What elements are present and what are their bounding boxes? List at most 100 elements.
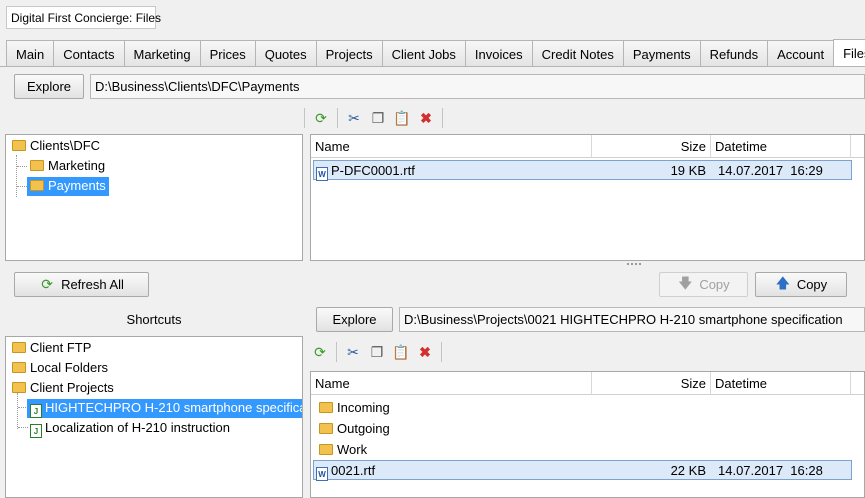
explore-button-bottom[interactable]: Explore [316, 307, 393, 332]
file-list-top: Name Size Datetime W P-DFC0001.rtf 19 KB … [310, 134, 865, 261]
paste-icon[interactable]: 📋 [393, 110, 410, 126]
refresh-icon[interactable]: ⟳ [312, 344, 328, 360]
delete-icon[interactable]: ✖ [417, 344, 433, 360]
arrow-up-icon: 🡅 [775, 274, 791, 291]
column-size[interactable]: Size [592, 372, 711, 395]
tab-account[interactable]: Account [767, 40, 835, 66]
column-name[interactable]: Name [311, 135, 592, 158]
tab-bar: Main Contacts Marketing Prices Quotes Pr… [6, 39, 865, 67]
toolbar-separator [441, 342, 442, 362]
splitter-grip[interactable] [627, 263, 641, 265]
copy-icon[interactable]: ❐ [369, 344, 385, 360]
file-name: Work [337, 442, 368, 457]
shortcut-label: HIGHTECHPRO H-210 smartphone specificati… [45, 400, 303, 415]
path-field-bottom[interactable]: D:\Business\Projects\0021 HIGHTECHPRO H-… [399, 307, 865, 332]
tree-item-label: Clients\DFC [30, 138, 101, 153]
toolbar-separator [337, 108, 338, 128]
toolbar-separator [304, 108, 305, 128]
column-datetime[interactable]: Datetime [711, 372, 851, 395]
tab-files[interactable]: Files [833, 39, 865, 67]
tree-connector [17, 393, 18, 429]
file-size: 22 KB [670, 463, 706, 478]
folder-icon [12, 140, 26, 151]
tab-invoices[interactable]: Invoices [464, 40, 533, 66]
toolbar-separator [336, 342, 337, 362]
tab-marketing[interactable]: Marketing [123, 40, 201, 66]
file-row[interactable]: Outgoing [313, 419, 852, 439]
folder-icon [12, 382, 26, 393]
file-size: 19 KB [670, 163, 706, 178]
tab-contacts[interactable]: Contacts [53, 40, 125, 66]
cut-icon[interactable]: ✂ [345, 344, 361, 360]
shortcut-local-folders[interactable]: Local Folders [9, 359, 111, 378]
tab-main[interactable]: Main [6, 40, 55, 66]
folder-tree-top: Clients\DFC Marketing Payments [5, 134, 303, 261]
shortcut-project-localization[interactable]: J Localization of H-210 instruction [27, 419, 233, 438]
shortcut-label: Local Folders [30, 360, 109, 375]
cut-icon[interactable]: ✂ [346, 110, 362, 126]
file-name: Outgoing [337, 421, 390, 436]
copy-down-button[interactable]: 🡇 Copy [659, 272, 748, 297]
document-icon: W [316, 467, 328, 481]
tree-item-marketing[interactable]: Marketing [27, 157, 108, 176]
path-field-top[interactable]: D:\Business\Clients\DFC\Payments [90, 74, 865, 99]
refresh-icon[interactable]: ⟳ [313, 110, 329, 126]
column-name[interactable]: Name [311, 372, 592, 395]
shortcuts-header: Shortcuts [5, 304, 303, 336]
tree-item-payments[interactable]: Payments [27, 177, 109, 196]
folder-icon [319, 444, 333, 455]
tree-connector [17, 166, 27, 167]
explore-button-top[interactable]: Explore [14, 74, 84, 99]
refresh-all-label: Refresh All [61, 277, 124, 292]
tree-connector [17, 186, 27, 187]
tab-client-jobs[interactable]: Client Jobs [381, 40, 466, 66]
file-row[interactable]: Work [313, 440, 852, 460]
file-list-header: Name Size Datetime [311, 135, 864, 158]
tab-divider [0, 66, 865, 67]
copy-icon[interactable]: ❐ [370, 110, 386, 126]
project-icon: J [30, 404, 42, 418]
tree-item-label: Marketing [48, 158, 106, 173]
tab-credit-notes[interactable]: Credit Notes [531, 40, 624, 66]
document-icon: W [316, 167, 328, 181]
shortcut-project-hightechpro[interactable]: J HIGHTECHPRO H-210 smartphone specificat… [27, 399, 303, 418]
file-list-header: Name Size Datetime [311, 372, 864, 395]
tree-item-clients-dfc[interactable]: Clients\DFC [9, 137, 103, 156]
shortcut-client-ftp[interactable]: Client FTP [9, 339, 94, 358]
folder-icon [12, 362, 26, 373]
delete-icon[interactable]: ✖ [418, 110, 434, 126]
folder-icon [30, 160, 44, 171]
column-datetime[interactable]: Datetime [711, 135, 851, 158]
ftp-folder-icon [12, 342, 26, 353]
column-size[interactable]: Size [592, 135, 711, 158]
file-list-bottom: Name Size Datetime Incoming Outgoing Wor… [310, 371, 865, 498]
file-datetime: 14.07.2017 16:28 [718, 463, 823, 478]
file-row[interactable]: W P-DFC0001.rtf 19 KB 14.07.2017 16:29 [313, 160, 852, 181]
tree-item-label: Payments [48, 178, 106, 193]
paste-icon[interactable]: 📋 [392, 344, 409, 360]
copy-up-button[interactable]: 🡅 Copy [755, 272, 847, 297]
window-title: Digital First Concierge: Files [6, 6, 161, 29]
file-datetime: 14.07.2017 16:29 [718, 163, 823, 178]
refresh-all-button[interactable]: ⟳ Refresh All [14, 272, 149, 297]
toolbar-separator [442, 108, 443, 128]
file-row[interactable]: W 0021.rtf 22 KB 14.07.2017 16:28 [313, 460, 852, 481]
folder-icon [319, 423, 333, 434]
file-toolbar-bottom: ⟳ ✂ ❐ 📋 ✖ [312, 341, 442, 363]
shortcuts-tree: Client FTP Local Folders Client Projects… [5, 336, 303, 498]
copy-down-label: Copy [699, 277, 730, 292]
tab-projects[interactable]: Projects [315, 40, 383, 66]
tab-prices[interactable]: Prices [199, 40, 256, 66]
tab-payments[interactable]: Payments [622, 40, 701, 66]
arrow-down-icon: 🡇 [678, 274, 693, 291]
project-icon: J [30, 424, 42, 438]
copy-up-label: Copy [796, 277, 828, 292]
shortcut-label: Client Projects [30, 380, 114, 395]
tab-refunds[interactable]: Refunds [699, 40, 769, 66]
shortcut-label: Client FTP [30, 340, 92, 355]
file-row[interactable]: Incoming [313, 398, 852, 418]
refresh-icon: ⟳ [41, 276, 53, 292]
tab-quotes[interactable]: Quotes [254, 40, 317, 66]
file-name: P-DFC0001.rtf [331, 163, 415, 178]
shortcut-client-projects[interactable]: Client Projects [9, 379, 117, 398]
